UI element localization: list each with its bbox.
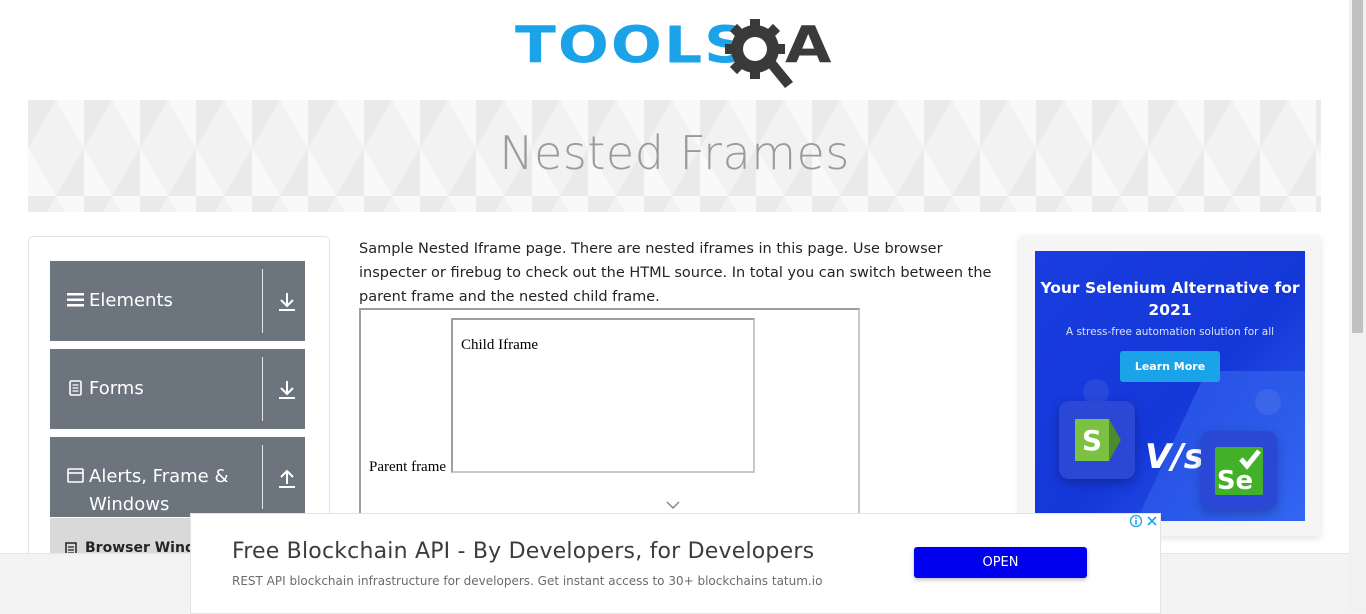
toolsqa-logo[interactable]: TOOLS A: [515, 14, 837, 90]
parent-frame-text: Parent frame: [369, 459, 447, 475]
child-iframe[interactable]: Child Iframe: [451, 318, 755, 473]
ad-description: REST API blockchain infrastructure for d…: [232, 574, 823, 588]
ad-title[interactable]: Free Blockchain API - By Developers, for…: [232, 539, 814, 564]
download-arrow-icon[interactable]: [277, 291, 297, 313]
s-logo-icon: S: [1075, 419, 1121, 461]
side-advertisement[interactable]: Your Selenium Alternative for 2021 A str…: [1020, 236, 1320, 536]
divider: [262, 445, 263, 509]
parent-iframe[interactable]: Parent frame Child Iframe: [359, 308, 860, 522]
sidebar-group-alerts-frame-windows[interactable]: Alerts, Frame & Windows: [50, 437, 305, 517]
versus-text: V/s: [1145, 437, 1204, 477]
adchoices-icon[interactable]: [1129, 514, 1143, 528]
upload-arrow-icon[interactable]: [277, 467, 297, 489]
sidebar-group-elements[interactable]: Elements: [50, 261, 305, 341]
ad-subtext: A stress-free automation solution for al…: [1065, 326, 1275, 338]
page-description: Sample Nested Iframe page. There are nes…: [359, 241, 992, 305]
bottom-advertisement[interactable]: Free Blockchain API - By Developers, for…: [190, 513, 1161, 614]
sidebar-group-label: Elements: [89, 290, 173, 311]
chevron-down-icon[interactable]: [665, 500, 681, 510]
selenium-alternative-logo: S: [1059, 401, 1135, 479]
se-logo-letters: Se: [1217, 466, 1253, 496]
scrollbar-thumb[interactable]: [1352, 0, 1363, 333]
logo-a-text: A: [785, 15, 832, 76]
page-banner: Nested Frames: [28, 100, 1321, 212]
sidebar-group-forms[interactable]: Forms: [50, 349, 305, 429]
document-icon: [69, 380, 82, 396]
divider: [262, 357, 263, 421]
window-icon: [67, 468, 84, 483]
hamburger-icon: [67, 293, 84, 307]
close-icon[interactable]: [1145, 514, 1159, 528]
learn-more-button[interactable]: Learn More: [1120, 351, 1220, 382]
se-logo-icon: Se: [1215, 447, 1263, 496]
sidebar-group-label: Alerts, Frame & Windows: [89, 466, 229, 515]
divider: [262, 269, 263, 333]
ad-creative[interactable]: Your Selenium Alternative for 2021 A str…: [1035, 251, 1305, 521]
logo-tools-text: TOOLS: [515, 15, 750, 76]
child-frame-text: Child Iframe: [461, 337, 539, 353]
s-logo-letter: S: [1082, 424, 1102, 457]
page-title: Nested Frames: [499, 126, 850, 180]
selenium-logo: Se: [1201, 431, 1277, 509]
sidebar-group-label: Forms: [89, 378, 144, 399]
open-button[interactable]: OPEN: [914, 547, 1087, 578]
code-icon: [1255, 389, 1281, 415]
download-arrow-icon[interactable]: [277, 379, 297, 401]
ad-headline: Your Selenium Alternative for 2021: [1040, 279, 1300, 319]
